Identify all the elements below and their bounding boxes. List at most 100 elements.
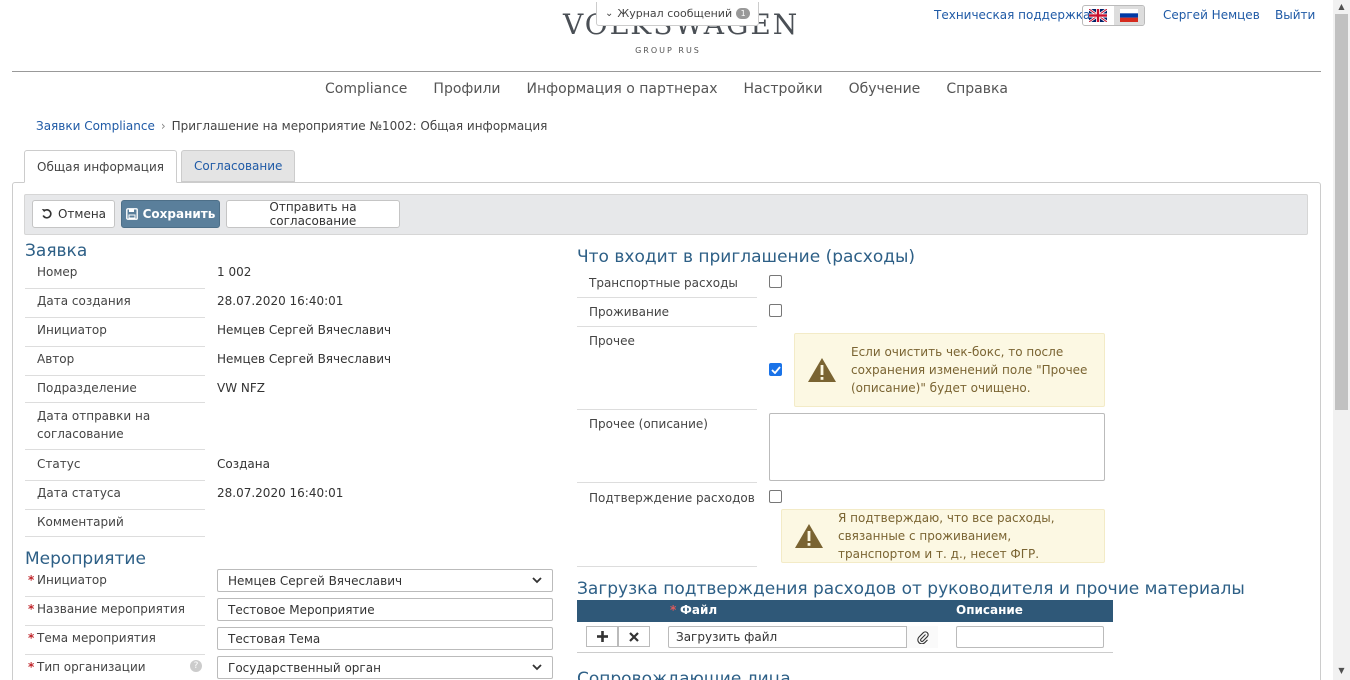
language-switcher[interactable] (1082, 5, 1145, 26)
transport-checkbox[interactable] (769, 275, 782, 288)
scrollbar-thumb[interactable] (1335, 14, 1348, 410)
files-section-title: Загрузка подтверждения расходов от руков… (577, 579, 1245, 599)
add-row-button[interactable] (586, 626, 618, 647)
event-label-name-text: Название мероприятия (37, 602, 185, 616)
expense-label-other: Прочее (577, 332, 757, 410)
event-label-org-type: * Тип организации (25, 658, 205, 680)
confirm-warning-box: Я подтверждаю, что все расходы, связанны… (781, 509, 1105, 563)
field-label-author: Автор (25, 350, 205, 376)
field-label-department: Подразделение (25, 379, 205, 403)
required-mark: * (28, 660, 35, 674)
nav-item-training[interactable]: Обучение (849, 81, 921, 97)
event-initiator-value: Немцев Сергей Вячеславич (228, 573, 403, 588)
field-value-status-date: 28.07.2020 16:40:01 (217, 486, 344, 500)
event-section-title: Мероприятие (25, 549, 146, 569)
event-org-type-select[interactable]: Государственный орган (217, 656, 553, 679)
breadcrumb-current: Приглашение на мероприятие №1002: Общая … (171, 119, 548, 133)
event-topic-input[interactable]: Тестовая Тема (217, 627, 553, 650)
send-for-approval-button[interactable]: Отправить на согласование (226, 200, 400, 228)
files-col-description: Описание (956, 603, 1023, 617)
files-col-file: Файл (680, 603, 718, 617)
checkmark-icon (770, 365, 781, 374)
field-label-sent-date: Дата отправки на согласование (25, 407, 205, 450)
ru-flag-icon (1119, 9, 1138, 22)
send-button-label: Отправить на согласование (269, 200, 357, 228)
confirmation-checkbox[interactable] (769, 490, 782, 503)
plus-icon (596, 631, 608, 642)
field-value-department: VW NFZ (217, 381, 265, 395)
nav-item-profiles[interactable]: Профили (433, 81, 500, 97)
event-label-initiator: * Инициатор (25, 571, 205, 597)
breadcrumb: Заявки Compliance › Приглашение на меропри… (36, 119, 547, 133)
lang-ru-option[interactable] (1113, 6, 1144, 25)
close-icon (629, 631, 639, 642)
save-icon (125, 208, 138, 220)
field-label-number: Номер (25, 263, 205, 289)
file-description-input[interactable] (956, 626, 1104, 648)
other-warning-box: Если очистить чек-бокс, то после сохране… (794, 333, 1105, 407)
required-mark: * (28, 573, 35, 587)
field-label-status-date: Дата статуса (25, 484, 205, 510)
event-label-org-type-text: Тип организации (37, 660, 146, 674)
chevron-down-icon (532, 577, 542, 584)
event-label-initiator-text: Инициатор (37, 573, 107, 587)
expense-label-accommodation: Проживание (577, 303, 757, 327)
expense-label-confirmation: Подтверждение расходов (577, 489, 757, 567)
journal-label: Журнал сообщений (617, 7, 733, 20)
page: VOLKSWAGEN GROUP RUS ⌄ Журнал сообщений … (0, 0, 1333, 680)
warning-icon (795, 524, 823, 548)
other-description-textarea[interactable] (769, 413, 1105, 481)
other-warning-text: Если очистить чек-бокс, то после сохране… (851, 345, 1088, 395)
nav-item-help[interactable]: Справка (946, 81, 1008, 97)
field-value-author: Немцев Сергей Вячеславич (217, 352, 392, 366)
tabs: Общая информация Согласование (24, 150, 296, 183)
help-icon[interactable]: ? (190, 660, 202, 672)
field-label-status: Статус (25, 455, 205, 481)
nav-item-settings[interactable]: Настройки (744, 81, 823, 97)
cancel-button-label: Отмена (57, 207, 107, 221)
event-label-topic-text: Тема мероприятия (37, 631, 156, 645)
save-button-label: Сохранить (142, 207, 216, 221)
undo-icon (41, 209, 52, 219)
user-name-link[interactable]: Сергей Немцев (1163, 8, 1260, 24)
confirm-warning-text: Я подтверждаю, что все расходы, связанны… (838, 511, 1055, 561)
tab-general-info[interactable]: Общая информация (24, 150, 177, 183)
journal-count-badge: 1 (736, 8, 751, 19)
nav-item-compliance[interactable]: Compliance (325, 81, 407, 97)
upload-file-field[interactable]: Загрузить файл (668, 626, 938, 648)
header-divider (12, 71, 1321, 72)
expense-label-transport: Транспортные расходы (577, 274, 757, 298)
nav-item-partners[interactable]: Информация о партнерах (527, 81, 718, 97)
field-value-status: Создана (217, 457, 270, 471)
event-name-input[interactable]: Тестовое Мероприятие (217, 598, 553, 621)
other-checkbox[interactable] (769, 363, 782, 376)
event-org-type-value: Государственный орган (228, 660, 381, 675)
delete-row-button[interactable] (618, 626, 650, 647)
scroll-up-arrow-icon[interactable]: ▲ (1336, 2, 1347, 11)
chevron-down-icon (532, 664, 542, 671)
breadcrumb-chevron-icon: › (160, 119, 166, 133)
chevron-down-icon: ⌄ (605, 8, 614, 19)
files-table-header: * Файл Описание (577, 600, 1113, 622)
attach-file-button[interactable] (906, 626, 938, 648)
breadcrumb-root-link[interactable]: Заявки Compliance (36, 119, 155, 133)
event-initiator-select[interactable]: Немцев Сергей Вячеславич (217, 569, 553, 592)
event-topic-value: Тестовая Тема (228, 631, 321, 646)
cancel-button[interactable]: Отмена (32, 200, 115, 228)
escort-section-title: Сопровождающие лица (577, 669, 791, 680)
expenses-section-title: Что входит в приглашение (расходы) (577, 247, 916, 267)
support-link[interactable]: Техническая поддержка (934, 8, 1090, 24)
application-section-title: Заявка (25, 241, 88, 261)
field-value-created: 28.07.2020 16:40:01 (217, 294, 344, 308)
logout-link[interactable]: Выйти (1275, 8, 1315, 24)
tab-approval[interactable]: Согласование (181, 150, 296, 182)
save-button[interactable]: Сохранить (121, 200, 220, 228)
event-label-name: * Название мероприятия (25, 600, 205, 626)
accommodation-checkbox[interactable] (769, 304, 782, 317)
scroll-down-arrow-icon[interactable]: ▼ (1336, 666, 1347, 675)
field-label-initiator: Инициатор (25, 321, 205, 347)
message-journal-toggle[interactable]: ⌄ Журнал сообщений 1 (596, 2, 760, 26)
logo-sub-text: GROUP RUS (635, 46, 701, 55)
lang-en-option[interactable] (1083, 6, 1114, 25)
expense-label-other-desc: Прочее (описание) (577, 415, 757, 483)
